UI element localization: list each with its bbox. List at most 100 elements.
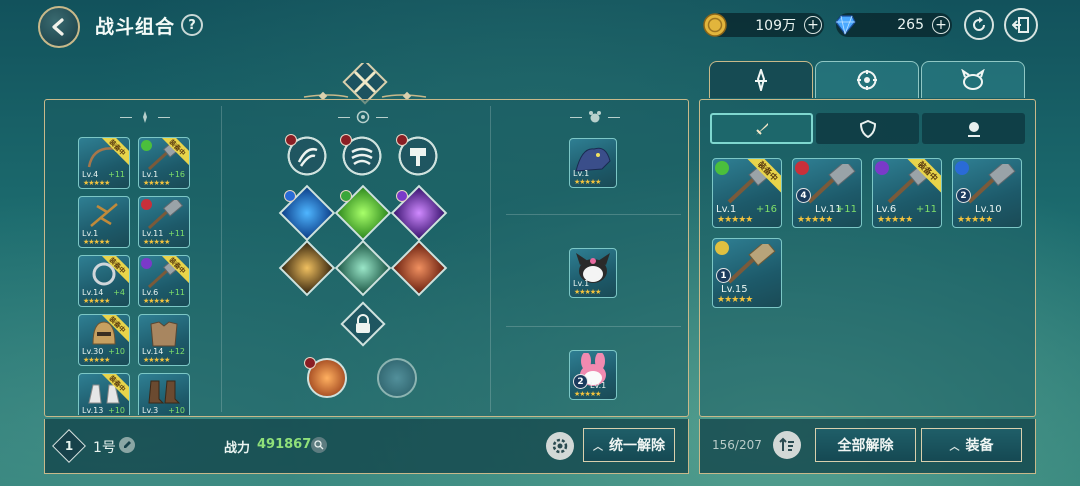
- column-divider: [221, 106, 222, 412]
- item-rank-badge: 4: [796, 188, 811, 203]
- item-level: Lv.1: [142, 170, 159, 179]
- subtab-accessory[interactable]: [922, 113, 1025, 144]
- refresh-icon: [973, 17, 985, 31]
- item-rank-badge: 2: [956, 188, 971, 203]
- row-divider: [506, 326, 681, 327]
- gold-amount: 109万: [755, 18, 796, 34]
- hammer-skill-icon: [410, 148, 426, 166]
- orb-icon: [967, 121, 980, 137]
- tab-weapon[interactable]: [709, 61, 813, 98]
- inventory-count: 156/207: [712, 438, 762, 452]
- item-plus: +10: [168, 406, 185, 415]
- item-stars: ★★★★★: [143, 179, 170, 187]
- subtab-weapon[interactable]: [710, 113, 813, 144]
- pet-card[interactable]: Lv.1 ★★★★★: [569, 138, 617, 188]
- back-arrow-icon: [52, 18, 64, 36]
- pet-stars: ★★★★★: [574, 178, 601, 186]
- magnifier-icon: [314, 440, 324, 450]
- item-stars: ★★★★★: [143, 297, 170, 305]
- strike-skill-icon: [334, 239, 392, 297]
- rename-team-button[interactable]: [119, 437, 135, 453]
- exit-button[interactable]: [1004, 8, 1038, 42]
- skill-slot[interactable]: [334, 239, 392, 297]
- item-stars: ★★★★★: [83, 238, 110, 246]
- add-gem-button[interactable]: +: [932, 16, 950, 34]
- item-stars: ★★★★★: [717, 215, 753, 225]
- locked-slot[interactable]: [340, 301, 386, 347]
- equipment-card[interactable]: Lv.3 +10 ★★★★★: [138, 373, 190, 415]
- pencil-icon: [124, 441, 131, 448]
- pet-tab-icon: [961, 69, 985, 90]
- equipment-card[interactable]: 装备中 Lv.4 +11 ★★★★★: [78, 137, 130, 189]
- back-button[interactable]: [38, 6, 80, 48]
- unequip-one-button[interactable]: ︿ 统一解除: [583, 428, 675, 462]
- subtab-armor[interactable]: [816, 113, 919, 144]
- equipment-card[interactable]: Lv.1 ★★★★★: [78, 196, 130, 248]
- equipment-card[interactable]: Lv.14 +12 ★★★★★: [138, 314, 190, 366]
- item-plus: +11: [108, 170, 125, 179]
- shield-icon: [859, 119, 876, 138]
- skill-slot-icon: [356, 110, 370, 124]
- inventory-item-card[interactable]: 装备中 Lv.1 +16 ★★★★★: [712, 158, 782, 228]
- inventory-item-card[interactable]: 4 Lv.11 +11 ★★★★★: [792, 158, 862, 228]
- fire-element-icon: [340, 134, 352, 146]
- weapon-tab-icon: [755, 69, 767, 91]
- item-plus: +12: [168, 347, 185, 356]
- item-plus: +10: [108, 406, 125, 415]
- equipment-card[interactable]: 装备中 Lv.13 +10 ★★★★★: [78, 373, 130, 415]
- sword-icon: [755, 122, 768, 135]
- help-button[interactable]: ?: [181, 14, 203, 36]
- equip-button[interactable]: ︿ 装备: [921, 428, 1022, 462]
- tab-pet[interactable]: [921, 61, 1025, 98]
- water-element-icon: [284, 190, 296, 202]
- weapon-slot-icon: [143, 111, 147, 123]
- pet-stars: ★★★★★: [574, 288, 601, 296]
- item-level: Lv.13: [82, 406, 104, 415]
- inventory-item-card[interactable]: 装备中 Lv.6 +11 ★★★★★: [872, 158, 942, 228]
- pet-column-header: [560, 110, 630, 124]
- item-stars: ★★★★★: [797, 215, 833, 225]
- inventory-item-card[interactable]: 2 Lv.10 ★★★★★: [952, 158, 1022, 228]
- item-stars: ★★★★★: [83, 179, 110, 187]
- add-gold-button[interactable]: +: [804, 16, 822, 34]
- equipment-card[interactable]: Lv.11 +11 ★★★★★: [138, 196, 190, 248]
- refresh-button[interactable]: [964, 10, 994, 40]
- item-level: Lv.1: [716, 204, 737, 215]
- unequip-one-label: 统一解除: [609, 438, 665, 454]
- column-divider: [490, 106, 491, 412]
- unequip-all-button[interactable]: 全部解除: [815, 428, 916, 462]
- ultimate-skill-slot[interactable]: [372, 355, 422, 401]
- pet-stars: ★★★★★: [574, 390, 601, 398]
- equip-label: 装备: [965, 438, 994, 454]
- weapon-column-header: [110, 110, 180, 124]
- pet-card[interactable]: Lv.1 ★★★★★: [569, 248, 617, 298]
- team-name: 1号: [93, 440, 116, 456]
- item-stars: ★★★★★: [83, 297, 110, 305]
- equipment-card[interactable]: 装备中 Lv.14 +4 ★★★★★: [78, 255, 130, 307]
- item-stars: ★★★★★: [877, 215, 913, 225]
- fire-element-icon: [285, 134, 297, 146]
- item-plus: +16: [755, 204, 777, 215]
- pet-card[interactable]: 2 Lv.1 ★★★★★: [569, 350, 617, 400]
- equipment-list[interactable]: 装备中 Lv.4 +11 ★★★★★ 装备中 Lv.1 +16 ★★★★★ Lv…: [78, 137, 193, 415]
- fire-element-icon: [304, 357, 316, 369]
- item-level: Lv.3: [142, 406, 159, 415]
- equipment-card[interactable]: 装备中 Lv.6 +11 ★★★★★: [138, 255, 190, 307]
- sort-icon: [779, 437, 794, 451]
- settings-button[interactable]: [546, 432, 574, 460]
- nature-element-icon: [340, 190, 352, 202]
- inventory-item-card[interactable]: 1 Lv.15 ★★★★★: [712, 238, 782, 308]
- branch-staff-icon: [90, 203, 118, 227]
- skill-slot[interactable]: [278, 239, 336, 297]
- skill-slot[interactable]: [390, 239, 448, 297]
- equipment-card[interactable]: 装备中 Lv.30 +10 ★★★★★: [78, 314, 130, 366]
- sort-button[interactable]: [773, 431, 801, 459]
- equipment-card[interactable]: 装备中 Lv.1 +16 ★★★★★: [138, 137, 190, 189]
- item-level: Lv.1: [82, 229, 99, 238]
- power-detail-button[interactable]: [311, 437, 327, 453]
- item-plus: +11: [168, 229, 185, 238]
- tab-skill[interactable]: [815, 61, 919, 98]
- chevron-up-icon: ︿: [593, 441, 603, 453]
- lock-icon: [356, 314, 370, 333]
- row-divider: [506, 214, 681, 215]
